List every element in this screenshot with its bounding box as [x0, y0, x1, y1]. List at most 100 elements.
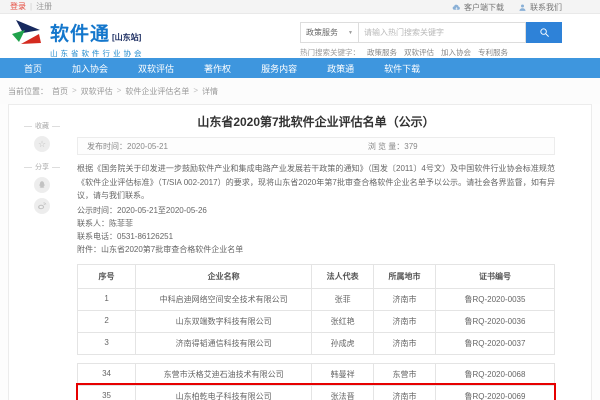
brand-subtitle: 山东省软件行业协会 [50, 48, 145, 59]
hot-keyword-0[interactable]: 政策服务 [367, 47, 397, 58]
breadcrumb: 当前位置： 首页>双软评估>软件企业评估名单>详情 [0, 78, 600, 104]
breadcrumb-item-0[interactable]: 首页 [52, 86, 68, 97]
table-cell: 济南得韬通信科技有限公司 [135, 333, 311, 354]
notice-time: 公示时间：2020-05-21至2020-05-26 [77, 204, 555, 217]
search-category-value: 政策服务 [306, 27, 338, 38]
content-card: 收藏 ☆ 分享 山东省2020第7批软件企业评估名单（公示） 发布时间：2020… [8, 104, 592, 400]
table-cell: 中科启迪网络空间安全技术有限公司 [135, 289, 311, 310]
column-header: 企业名称 [135, 265, 311, 288]
brand-text: 软件通 [山东站] 山东省软件行业协会 [50, 19, 145, 59]
table-row: 34东营市沃格艾迪石油技术有限公司韩曼祥东营市鲁RQ-2020-0068 [78, 364, 554, 385]
table-cell: 2 [78, 311, 135, 332]
notice-paragraph: 根据《国务院关于印发进一步鼓励软件产业和集成电路产业发展若干政策的通知》（国发〔… [77, 162, 555, 203]
nav-item-4[interactable]: 服务内容 [261, 62, 297, 75]
nav-item-2[interactable]: 双软评估 [138, 62, 174, 75]
table-cell: 东营市 [373, 364, 435, 385]
table-cell: 鲁RQ-2020-0069 [435, 386, 554, 400]
table-cell: 35 [78, 386, 135, 400]
table-cell: 孙成虎 [311, 333, 373, 354]
contact-phone: 联系电话：0531-86126251 [77, 230, 555, 243]
breadcrumb-separator: > [193, 86, 198, 97]
table-cell: 张红艳 [311, 311, 373, 332]
hot-keyword-3[interactable]: 专利服务 [478, 47, 508, 58]
table-cell: 济南市 [373, 333, 435, 354]
nav-item-1[interactable]: 加入协会 [72, 62, 108, 75]
register-link[interactable]: 注册 [36, 2, 52, 11]
contact-us-link[interactable]: 联系我们 [518, 1, 562, 14]
chevron-down-icon: ▼ [348, 30, 353, 36]
company-table: 序号企业名称法人代表所属地市证书编号1中科启迪网络空间安全技术有限公司张菲济南市… [77, 264, 555, 400]
view-count: 浏 览 量：379 [368, 141, 418, 152]
favorite-label: 收藏 [15, 121, 69, 131]
table-cell: 1 [78, 289, 135, 310]
side-tools: 收藏 ☆ 分享 [15, 121, 69, 214]
search-button[interactable] [526, 22, 562, 43]
hot-keywords-label: 热门搜索关键字： [300, 47, 360, 58]
breadcrumb-item-3: 详情 [202, 86, 218, 97]
header: 软件通 [山东站] 山东省软件行业协会 政策服务 ▼ 热门搜索关键字： 政策服务… [0, 14, 600, 58]
cloud-download-icon [452, 3, 461, 12]
meta-bar: 发布时间：2020-05-21 浏 览 量：379 [77, 137, 555, 155]
breadcrumb-separator: > [117, 86, 122, 97]
table-cell: 鲁RQ-2020-0036 [435, 311, 554, 332]
breadcrumb-item-2[interactable]: 软件企业评估名单 [125, 86, 189, 97]
table-cell: 济南市 [373, 386, 435, 400]
table-section-0: 序号企业名称法人代表所属地市证书编号1中科启迪网络空间安全技术有限公司张菲济南市… [77, 264, 555, 355]
login-link[interactable]: 登录 [10, 2, 26, 11]
contact-us-label: 联系我们 [530, 1, 562, 14]
breadcrumb-label: 当前位置： [8, 86, 48, 97]
table-cell: 张法晋 [311, 386, 373, 400]
table-cell: 山东柏乾电子科技有限公司 [135, 386, 311, 400]
favorite-star-icon[interactable]: ☆ [34, 136, 50, 152]
page: 登录 | 注册 客户端下载 联系我们 软件通 [山东站] [0, 0, 600, 400]
table-row: 2山东双端数字科技有限公司张红艳济南市鲁RQ-2020-0036 [78, 310, 554, 332]
brand-station: [山东站] [112, 32, 141, 43]
nav-item-6[interactable]: 软件下载 [384, 62, 420, 75]
divider: | [30, 2, 32, 11]
table-cell: 鲁RQ-2020-0068 [435, 364, 554, 385]
utility-right: 客户端下载 联系我们 [452, 0, 562, 14]
hot-keyword-2[interactable]: 加入协会 [441, 47, 471, 58]
article: 山东省2020第7批软件企业评估名单（公示） 发布时间：2020-05-21 浏… [77, 105, 555, 400]
table-cell: 东营市沃格艾迪石油技术有限公司 [135, 364, 311, 385]
breadcrumb-separator: > [72, 86, 77, 97]
table-row: 1中科启迪网络空间安全技术有限公司张菲济南市鲁RQ-2020-0035 [78, 288, 554, 310]
breadcrumb-item-1[interactable]: 双软评估 [81, 86, 113, 97]
attachment-line: 附件：山东省2020第7批审查合格软件企业名单 [77, 243, 555, 256]
column-header: 证书编号 [435, 265, 554, 288]
client-download-label: 客户端下载 [464, 1, 504, 14]
table-cell: 韩曼祥 [311, 364, 373, 385]
nav-item-0[interactable]: 首页 [24, 62, 42, 75]
magnifier-icon [539, 27, 550, 38]
nav-item-5[interactable]: 政策通 [327, 62, 354, 75]
utility-bar: 登录 | 注册 客户端下载 联系我们 [0, 0, 600, 14]
share-qq-icon[interactable] [34, 177, 50, 193]
column-header: 法人代表 [311, 265, 373, 288]
table-row: 3济南得韬通信科技有限公司孙成虎济南市鲁RQ-2020-0037 [78, 332, 554, 354]
main-nav: 首页 加入协会 双软评估 著作权 服务内容 政策通 软件下载 [0, 58, 600, 78]
brand-pinwheel-icon [10, 19, 44, 51]
page-title: 山东省2020第7批软件企业评估名单（公示） [77, 113, 555, 130]
attachment-link[interactable]: 山东省2020第7批审查合格软件企业名单 [101, 245, 243, 254]
search-input[interactable] [358, 22, 526, 43]
user-icon [518, 3, 527, 12]
hot-keywords-list: 政策服务双软评估加入协会专利服务 [367, 47, 508, 58]
share-label: 分享 [15, 162, 69, 172]
table-cell: 34 [78, 364, 135, 385]
column-header: 所属地市 [373, 265, 435, 288]
nav-item-3[interactable]: 著作权 [204, 62, 231, 75]
hot-keywords: 热门搜索关键字： 政策服务双软评估加入协会专利服务 [300, 47, 562, 58]
client-download-link[interactable]: 客户端下载 [452, 1, 504, 14]
table-section-1: 34东营市沃格艾迪石油技术有限公司韩曼祥东营市鲁RQ-2020-006835山东… [77, 363, 555, 400]
hot-keyword-1[interactable]: 双软评估 [404, 47, 434, 58]
search-category-select[interactable]: 政策服务 ▼ [300, 22, 358, 43]
table-cell: 山东双端数字科技有限公司 [135, 311, 311, 332]
table-header-row: 序号企业名称法人代表所属地市证书编号 [78, 265, 554, 288]
table-cell: 鲁RQ-2020-0035 [435, 289, 554, 310]
share-weibo-icon[interactable] [34, 198, 50, 214]
contact-person: 联系人：陈菲菲 [77, 217, 555, 230]
brand-name: 软件通 [50, 19, 110, 46]
table-omitted-rows-gap [77, 355, 555, 363]
table-cell: 鲁RQ-2020-0037 [435, 333, 554, 354]
logo[interactable]: 软件通 [山东站] 山东省软件行业协会 [10, 19, 145, 59]
